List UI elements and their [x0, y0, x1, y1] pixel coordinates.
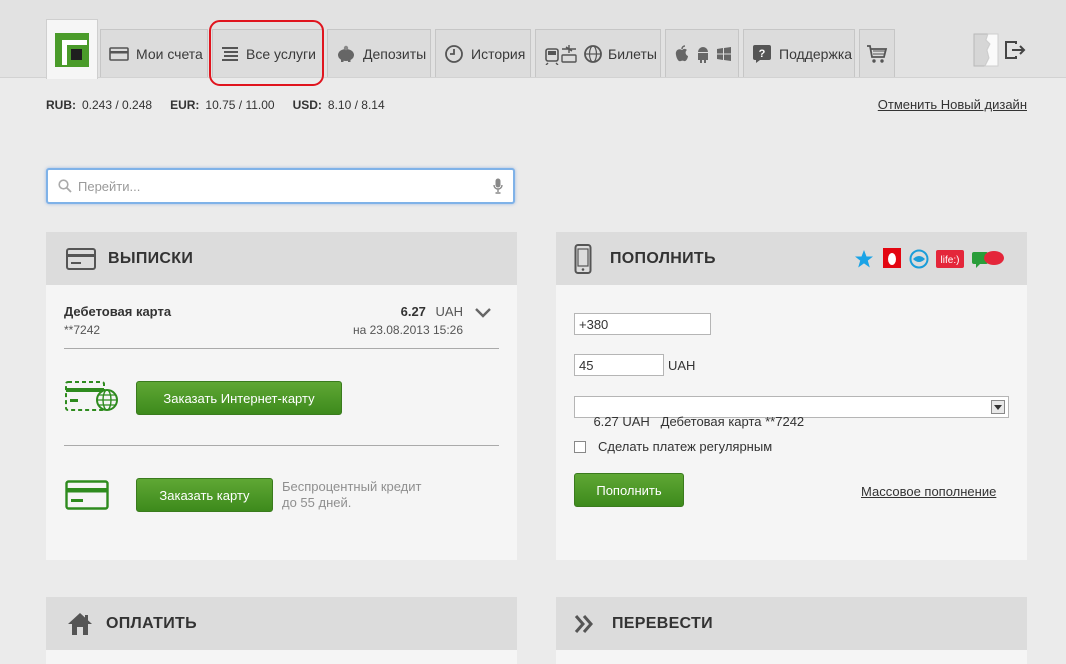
cart-icon — [867, 44, 888, 63]
pay-header[interactable]: ОПЛАТИТЬ — [46, 597, 517, 650]
regular-payment-option[interactable]: Сделать платеж регулярным — [574, 439, 772, 454]
credit-note-line1: Беспроцентный кредит — [282, 479, 422, 494]
utel-logo — [972, 251, 1004, 268]
rate-rub: RUB: 0.243 / 0.248 — [46, 98, 153, 112]
order-internet-card-button[interactable]: Заказать Интернет-карту — [136, 381, 342, 415]
search-icon — [58, 179, 72, 193]
pay-panel: ОПЛАТИТЬ — [46, 597, 517, 664]
chevron-down-icon[interactable] — [475, 308, 491, 318]
tab-tickets[interactable]: Билеты — [535, 29, 661, 77]
top-navigation: Мои счета Все услуги Депозиты История Би… — [0, 0, 1066, 86]
card-icon — [109, 46, 129, 61]
amount-currency: UAH — [668, 358, 696, 373]
search-box[interactable] — [46, 168, 515, 204]
order-card-button[interactable]: Заказать карту — [136, 478, 273, 512]
divider — [64, 348, 499, 349]
card-date: на 23.08.2013 15:26 — [352, 323, 463, 337]
life-logo: life:) — [936, 250, 964, 268]
clock-icon — [445, 44, 463, 63]
djuice-logo — [909, 249, 929, 269]
rate-eur: EUR: 10.75 / 11.00 — [170, 98, 275, 112]
card-name: Дебетовая карта — [64, 304, 172, 319]
card-currency: UAH — [435, 304, 463, 319]
source-card-value: 6.27 UAH Дебетовая карта **7242 — [593, 414, 805, 429]
divider — [64, 445, 499, 446]
tab-shop[interactable] — [859, 29, 895, 77]
cancel-redesign-link[interactable]: Отменить Новый дизайн — [878, 97, 1027, 112]
debit-card-row[interactable]: Дебетовая карта **7242 6.27 UAH на 23.08… — [64, 304, 499, 344]
search-input[interactable] — [78, 178, 493, 194]
piggy-bank-icon — [338, 45, 354, 62]
exchange-rates: RUB: 0.243 / 0.248 EUR: 10.75 / 11.00 USD:… — [46, 98, 385, 112]
operator-logos: life:) — [854, 248, 1010, 270]
source-card-select[interactable]: 6.27 UAH Дебетовая карта **7242 — [574, 396, 1009, 429]
credit-note: Беспроцентный кредит до 55 дней. — [282, 479, 421, 511]
tab-deposits-label: Депозиты — [363, 45, 427, 62]
tab-mobile-apps[interactable] — [665, 29, 739, 77]
logout-icon[interactable] — [1004, 40, 1026, 60]
apple-icon — [675, 44, 688, 61]
kyivstar-logo — [855, 250, 873, 268]
svg-text:life:): life:) — [941, 255, 960, 266]
user-avatar-icon[interactable] — [972, 32, 1000, 68]
question-icon: ? — [753, 44, 771, 63]
mts-logo — [883, 248, 901, 268]
topup-title: ПОПОЛНИТЬ — [610, 249, 716, 267]
statements-header: ВЫПИСКИ — [46, 232, 517, 285]
tab-accounts-label: Мои счета — [136, 45, 203, 62]
highlight-box — [209, 20, 324, 86]
android-icon — [698, 46, 708, 63]
internet-card-icon — [65, 381, 118, 411]
svg-text:?: ? — [759, 48, 766, 60]
card-balance: 6.27 UAH — [401, 304, 463, 319]
regular-payment-label: Сделать платеж регулярным — [598, 439, 773, 454]
topup-panel: ПОПОЛНИТЬ life:) UAH 6.27 UAH Дебетовая … — [556, 232, 1027, 560]
card-number: **7242 — [64, 323, 101, 337]
transfer-panel: ПЕРЕВЕСТИ — [556, 597, 1027, 664]
tab-tickets-label: Билеты — [608, 45, 657, 62]
phone-input[interactable] — [574, 313, 711, 335]
amount-input[interactable] — [574, 354, 664, 376]
rate-usd: USD: 8.10 / 8.14 — [292, 98, 385, 112]
tab-deposits[interactable]: Депозиты — [327, 29, 431, 77]
double-chevron-right-icon — [574, 614, 593, 633]
transfer-header[interactable]: ПЕРЕВЕСТИ — [556, 597, 1027, 650]
bulk-topup-link[interactable]: Массовое пополнение — [861, 484, 996, 499]
home-icon — [68, 612, 92, 635]
globe-icon — [584, 44, 602, 63]
pay-title: ОПЛАТИТЬ — [106, 614, 197, 632]
tab-support-label: Поддержка — [779, 45, 853, 62]
tab-accounts[interactable]: Мои счета — [100, 29, 208, 77]
user-area — [972, 32, 1030, 68]
regular-payment-checkbox[interactable] — [574, 440, 586, 453]
credit-note-line2: до 55 дней. — [282, 495, 352, 510]
phone-icon — [574, 243, 592, 274]
credit-card-icon — [65, 480, 109, 510]
tab-history-label: История — [471, 45, 526, 62]
microphone-icon[interactable] — [493, 178, 503, 194]
windows-icon — [717, 46, 731, 61]
tab-history[interactable]: История — [435, 29, 531, 77]
card-amount: 6.27 — [400, 304, 426, 319]
topup-submit-button[interactable]: Пополнить — [574, 473, 684, 507]
transfer-title: ПЕРЕВЕСТИ — [612, 614, 713, 632]
statements-title: ВЫПИСКИ — [108, 249, 194, 267]
statement-card-icon — [66, 247, 96, 270]
dropdown-arrow-icon[interactable] — [991, 400, 1005, 414]
statements-panel: ВЫПИСКИ Дебетовая карта **7242 6.27 UAH … — [46, 232, 517, 560]
bank-logo-icon — [55, 32, 89, 67]
tab-support[interactable]: ? Поддержка — [743, 29, 855, 77]
home-logo-tab[interactable] — [46, 19, 98, 79]
transport-icon — [545, 44, 577, 65]
